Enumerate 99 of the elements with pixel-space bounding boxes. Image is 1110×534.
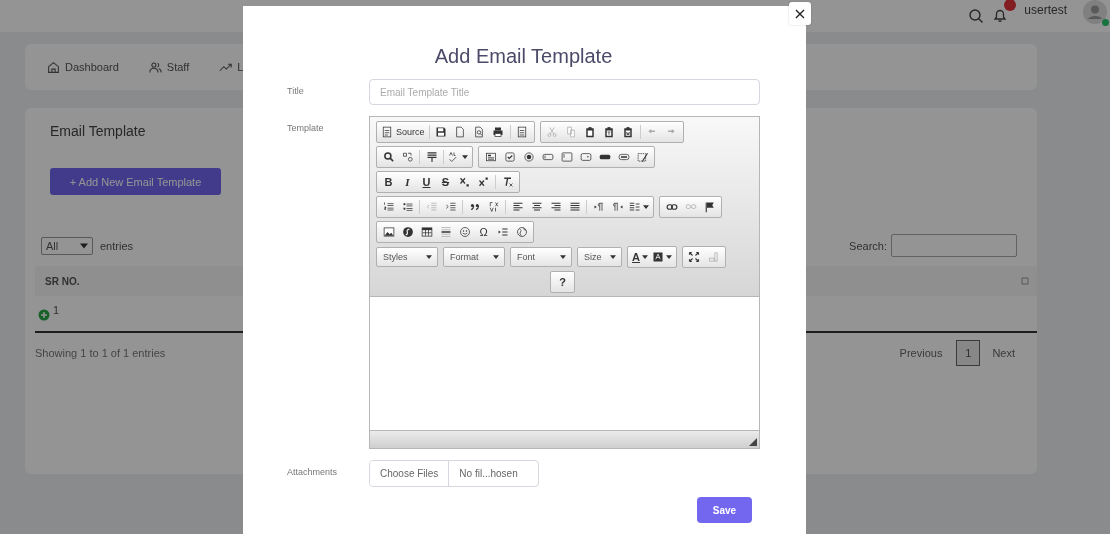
dropdown[interactable]: Font	[510, 247, 572, 267]
close-button[interactable]: ×	[789, 2, 811, 25]
toolbar-button[interactable]: U	[422, 176, 431, 188]
printer-icon[interactable]	[492, 126, 505, 138]
superscript-icon[interactable]	[477, 176, 490, 188]
entries-label: entries	[100, 239, 134, 252]
align-right-icon[interactable]	[549, 201, 562, 213]
caret-icon	[426, 255, 432, 259]
textarea-icon[interactable]	[560, 151, 573, 163]
toolbar-button[interactable]: A	[632, 251, 640, 263]
expand-icon[interactable]	[38, 309, 50, 321]
username[interactable]: usertest	[1024, 3, 1067, 17]
dropdown[interactable]: Format	[443, 247, 505, 267]
blank-page-icon[interactable]	[454, 126, 467, 138]
field-label: Template	[287, 122, 324, 133]
language-icon[interactable]	[629, 201, 641, 213]
field-label: Title	[287, 85, 304, 96]
smiley-icon[interactable]	[458, 226, 471, 238]
dropdown[interactable]: Size	[577, 247, 622, 267]
document-icon[interactable]	[516, 126, 529, 138]
toolbar-button[interactable]: I	[405, 176, 410, 188]
source-button[interactable]: Source	[396, 127, 425, 137]
file-status: No fil...hosen	[458, 467, 519, 481]
page-break-icon[interactable]	[496, 226, 509, 238]
notification-badge	[1004, 0, 1017, 11]
entries-select[interactable]: All	[41, 236, 93, 255]
nav-link[interactable]: L	[237, 61, 244, 73]
toolbar-button[interactable]: ?	[559, 276, 566, 288]
image-icon[interactable]	[382, 226, 395, 238]
paragraph-arrow-icon[interactable]	[592, 201, 605, 213]
nav-link[interactable]: Staff	[166, 61, 190, 73]
toolbar-button[interactable]: S	[441, 176, 450, 188]
toolbar-button[interactable]: Ω	[479, 226, 488, 238]
numbered-list-icon[interactable]	[382, 201, 395, 213]
maximize-icon[interactable]	[688, 251, 701, 263]
field-label: Attachments	[287, 466, 338, 477]
search-field[interactable]	[891, 234, 1017, 257]
table-icon[interactable]	[420, 226, 433, 238]
globe-icon[interactable]	[515, 226, 528, 238]
flash-icon[interactable]	[401, 226, 414, 238]
horizontal-line-icon[interactable]	[439, 226, 452, 238]
indent-icon[interactable]	[444, 201, 457, 213]
background-color-icon[interactable]	[651, 251, 664, 263]
save-button[interactable]: Save	[697, 497, 752, 523]
search-icon[interactable]	[382, 151, 395, 163]
clipboard-icon[interactable]	[622, 126, 635, 138]
previous-link[interactable]: Previous	[899, 347, 943, 359]
caret-icon	[641, 255, 648, 259]
replace-icon[interactable]	[401, 151, 414, 163]
align-left-icon[interactable]	[511, 201, 524, 213]
table-cell: 1	[53, 304, 60, 316]
caret-icon	[462, 155, 468, 159]
text-field-icon[interactable]	[541, 151, 554, 163]
checkbox-icon[interactable]	[503, 151, 516, 163]
caret-icon	[665, 255, 672, 259]
paragraph-arrow-icon[interactable]	[611, 201, 624, 213]
select-all-icon[interactable]	[425, 151, 438, 163]
align-center-icon[interactable]	[530, 201, 543, 213]
caret-icon	[643, 205, 649, 209]
clipboard-icon[interactable]	[603, 126, 616, 138]
choose-files-button[interactable]: Choose Files	[370, 461, 450, 486]
radio-icon[interactable]	[522, 151, 535, 163]
clipboard-icon[interactable]	[584, 126, 597, 138]
modal-title: Add Email Template	[433, 44, 614, 68]
page-magnifier-icon[interactable]	[473, 126, 486, 138]
table-info: Showing 1 to 1 of 1 entries	[35, 347, 166, 359]
file-input[interactable]: Choose Files No fil...hosen	[369, 460, 539, 487]
bullet-list-icon[interactable]	[401, 201, 414, 213]
subscript-icon[interactable]	[458, 176, 471, 188]
form-icon[interactable]	[484, 151, 497, 163]
select-icon[interactable]	[579, 151, 592, 163]
title-field[interactable]: Email Template Title	[369, 79, 760, 105]
caret-icon	[493, 255, 499, 259]
spellcheck-icon[interactable]	[448, 151, 460, 163]
caret-icon	[610, 255, 616, 259]
toolbar-button[interactable]: B	[384, 176, 393, 188]
bell-icon[interactable]	[992, 7, 1009, 23]
home-icon	[47, 60, 60, 74]
link-icon[interactable]	[665, 201, 678, 213]
quote-icon[interactable]	[468, 201, 481, 213]
hidden-field-icon[interactable]	[636, 151, 649, 163]
caret-icon	[80, 242, 88, 249]
floppy-icon[interactable]	[435, 126, 448, 138]
dropdown[interactable]: Styles	[376, 247, 438, 267]
rounded-rectangle-icon[interactable]	[617, 151, 630, 163]
resize-handle[interactable]	[749, 438, 757, 446]
search-label: Search:	[849, 239, 887, 252]
page-link[interactable]: 1	[956, 340, 981, 366]
nav-link[interactable]: Dashboard	[65, 61, 119, 73]
div-icon[interactable]	[487, 201, 500, 213]
caret-icon	[560, 255, 566, 259]
people-icon	[148, 60, 162, 74]
search-icon[interactable]	[968, 8, 985, 24]
flag-icon[interactable]	[703, 201, 716, 213]
document-icon[interactable]	[381, 126, 393, 138]
next-link[interactable]: Next	[992, 347, 1015, 359]
card-title: Email Template	[50, 123, 146, 139]
justify-icon[interactable]	[568, 201, 581, 213]
clear-formatting-icon[interactable]	[501, 176, 514, 188]
